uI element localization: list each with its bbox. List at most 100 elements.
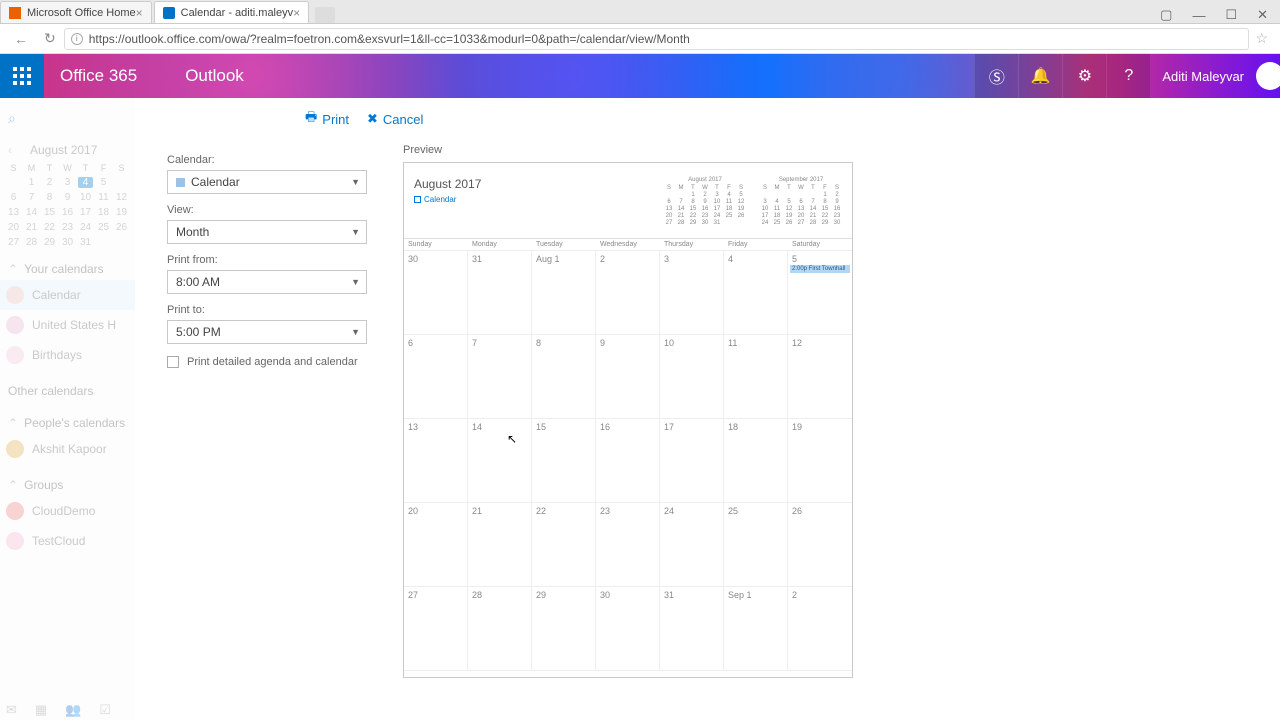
calendar-cell: 26 xyxy=(788,503,852,587)
help-icon[interactable]: ? xyxy=(1106,54,1150,98)
office-favicon xyxy=(9,7,21,19)
calendar-cell: 52:00p First Townhall xyxy=(788,251,852,335)
calendar-cell: 27 xyxy=(404,587,468,671)
calendar-cell: 23 xyxy=(596,503,660,587)
calendar-cell: 30 xyxy=(596,587,660,671)
calendar-cell: 6 xyxy=(404,335,468,419)
url-input[interactable]: i https://outlook.office.com/owa/?realm=… xyxy=(64,28,1250,50)
sidebar-item-person[interactable]: Akshit Kapoor xyxy=(0,434,135,464)
printer-icon: 🖶 xyxy=(305,108,317,130)
back-icon[interactable]: ← xyxy=(6,31,36,47)
calendar-cell: 9 xyxy=(596,335,660,419)
search-icon[interactable]: ⌕ xyxy=(0,106,135,131)
sidebar-item-holidays[interactable]: United States H xyxy=(0,310,135,340)
preview-label: Preview xyxy=(403,144,853,156)
browser-tab[interactable]: Microsoft Office Home × xyxy=(0,1,152,23)
chevron-down-icon[interactable]: ⌃ xyxy=(8,478,18,492)
chevron-left-icon[interactable]: ‹ xyxy=(8,143,12,157)
calendar-cell: 11 xyxy=(724,335,788,419)
mini-month-label: August 2017 xyxy=(30,143,97,157)
notifications-icon[interactable]: 🔔 xyxy=(1018,54,1062,98)
print-from-label: Print from: xyxy=(167,254,367,266)
print-to-select[interactable]: 5:00 PM▼ xyxy=(167,320,367,344)
calendar-cell: 30 xyxy=(404,251,468,335)
print-preview: August 2017 Calendar August 2017 SMTWTFS… xyxy=(403,162,853,678)
calendar-cell: 4 xyxy=(724,251,788,335)
waffle-icon xyxy=(13,67,31,85)
calendar-cell: 21 xyxy=(468,503,532,587)
sidebar-item-group[interactable]: CloudDemo xyxy=(0,496,135,526)
sidebar-section[interactable]: Groups xyxy=(24,478,63,492)
calendar-cell: Aug 1 xyxy=(532,251,596,335)
chevron-down-icon: ▼ xyxy=(351,277,360,287)
chevron-down-icon[interactable]: ⌃ xyxy=(8,416,18,430)
app-launcher-button[interactable] xyxy=(0,54,44,98)
user-icon[interactable]: ▢ xyxy=(1160,7,1172,23)
app-name-label[interactable]: Outlook xyxy=(185,66,244,86)
sidebar-section[interactable]: Other calendars xyxy=(8,384,93,398)
calendar-cell: 29 xyxy=(532,587,596,671)
sidebar-item-calendar[interactable]: Calendar xyxy=(0,280,135,310)
view-label: View: xyxy=(167,204,367,216)
avatar[interactable] xyxy=(1256,62,1280,90)
calendar-select[interactable]: Calendar▼ xyxy=(167,170,367,194)
calendar-color-icon xyxy=(176,178,185,187)
people-icon[interactable]: 👥 xyxy=(65,702,81,718)
bookmark-icon[interactable]: ☆ xyxy=(1249,30,1274,47)
tab-title: Calendar - aditi.maleyv xyxy=(181,7,294,19)
chevron-down-icon: ▼ xyxy=(351,327,360,337)
sidebar-item-birthdays[interactable]: Birthdays xyxy=(0,340,135,370)
thumbnail-month-aug: August 2017 SMTWTFS123456789101112131415… xyxy=(664,177,746,226)
calendar-cell: 18 xyxy=(724,419,788,503)
sidebar-section[interactable]: People's calendars xyxy=(24,416,125,430)
calendar-cell: 24 xyxy=(660,503,724,587)
detailed-agenda-checkbox[interactable]: Print detailed agenda and calendar xyxy=(167,356,367,368)
calendar-cell: 31 xyxy=(468,251,532,335)
calendar-cell: 19 xyxy=(788,419,852,503)
calendar-cell: 28 xyxy=(468,587,532,671)
print-button[interactable]: 🖶Print xyxy=(305,108,349,130)
calendar-event: 2:00p First Townhall xyxy=(790,265,850,273)
calendar-cell: 7 xyxy=(468,335,532,419)
user-name-label[interactable]: Aditi Maleyvar xyxy=(1150,69,1256,84)
close-icon[interactable]: × xyxy=(293,6,300,20)
tab-title: Microsoft Office Home xyxy=(27,7,136,19)
chevron-down-icon: ▼ xyxy=(351,177,360,187)
outlook-favicon xyxy=(163,7,175,19)
cancel-button[interactable]: ✖Cancel xyxy=(367,108,423,130)
sidebar-section[interactable]: Your calendars xyxy=(24,262,104,276)
minimize-icon[interactable]: — xyxy=(1192,8,1205,23)
calendar-label: Calendar: xyxy=(167,154,367,166)
calendar-cell: 22 xyxy=(532,503,596,587)
reload-icon[interactable]: ↻ xyxy=(36,30,64,47)
new-tab-button[interactable] xyxy=(315,7,335,23)
close-window-icon[interactable]: ✕ xyxy=(1257,7,1268,23)
calendar-cell: 2 xyxy=(596,251,660,335)
calendar-cell: 2 xyxy=(788,587,852,671)
tasks-icon[interactable]: ☑ xyxy=(99,702,111,718)
maximize-icon[interactable]: ☐ xyxy=(1225,7,1237,23)
chevron-down-icon[interactable]: ⌃ xyxy=(8,262,18,276)
calendar-cell: Sep 1 xyxy=(724,587,788,671)
calendar-cell: 3 xyxy=(660,251,724,335)
preview-legend: Calendar xyxy=(414,195,481,204)
close-icon[interactable]: × xyxy=(136,6,143,20)
calendar-sidebar: ⌕ ‹ August 2017 SMTWTFS12345678910111213… xyxy=(0,98,135,720)
calendar-icon[interactable]: ▦ xyxy=(35,702,47,718)
sidebar-item-group[interactable]: TestCloud xyxy=(0,526,135,556)
mail-icon[interactable]: ✉ xyxy=(6,702,17,718)
settings-icon[interactable]: ⚙ xyxy=(1062,54,1106,98)
skype-icon[interactable]: Ⓢ xyxy=(974,54,1018,98)
print-from-select[interactable]: 8:00 AM▼ xyxy=(167,270,367,294)
preview-month-title: August 2017 xyxy=(414,177,481,191)
calendar-cell: 17 xyxy=(660,419,724,503)
browser-tab[interactable]: Calendar - aditi.maleyv × xyxy=(154,1,310,23)
calendar-cell: 31 xyxy=(660,587,724,671)
calendar-cell: 8 xyxy=(532,335,596,419)
calendar-cell: 14 xyxy=(468,419,532,503)
brand-label[interactable]: Office 365 xyxy=(60,66,137,86)
chevron-down-icon: ▼ xyxy=(351,227,360,237)
calendar-cell: 20 xyxy=(404,503,468,587)
info-icon[interactable]: i xyxy=(71,33,83,45)
view-select[interactable]: Month▼ xyxy=(167,220,367,244)
